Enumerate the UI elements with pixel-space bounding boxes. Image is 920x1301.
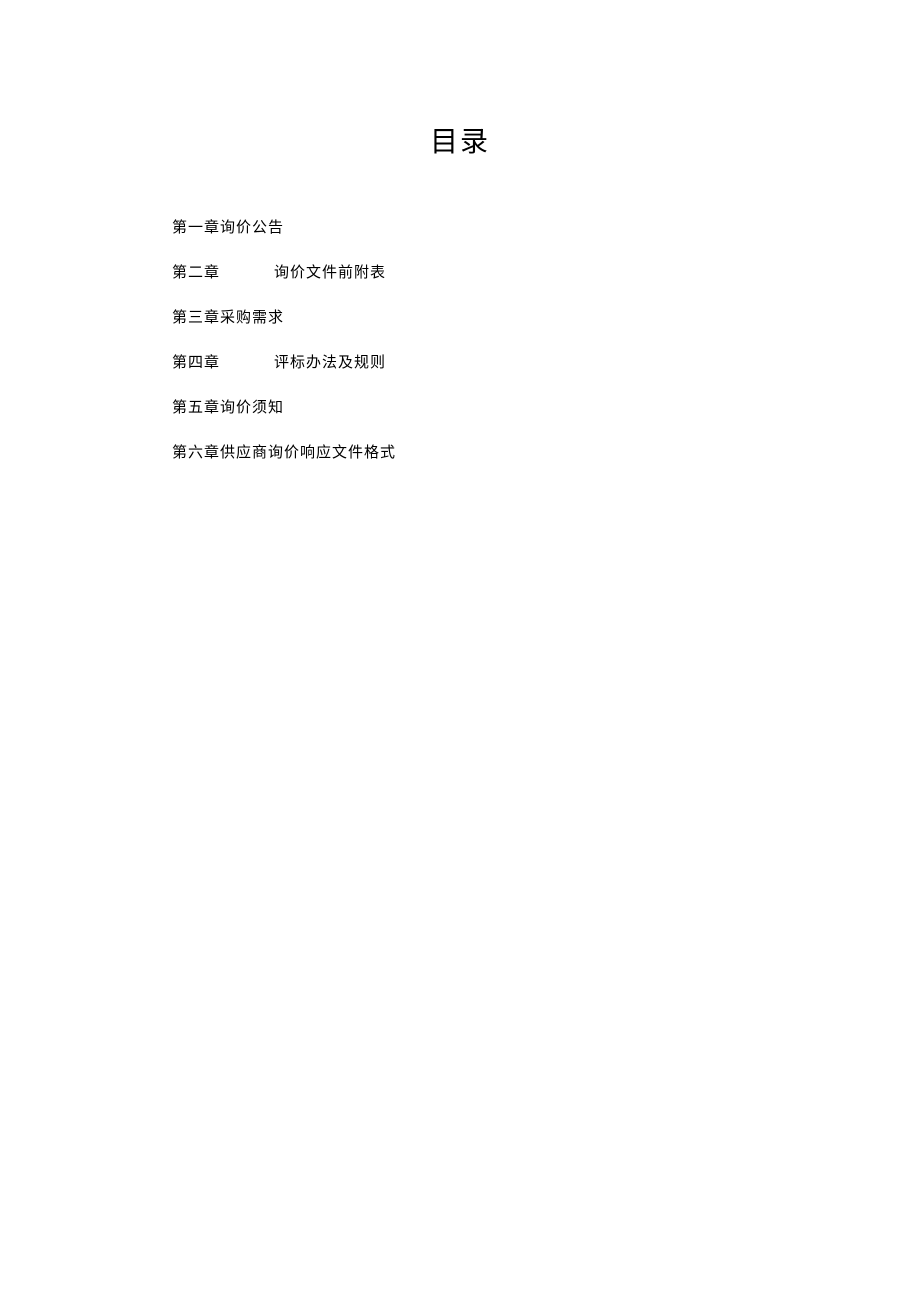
toc-item: 第二章 询价文件前附表 <box>172 263 396 284</box>
toc-chapter: 第二章 <box>172 265 220 281</box>
toc-item: 第四章 评标办法及规则 <box>172 353 396 374</box>
toc-item: 第三章采购需求 <box>172 308 396 329</box>
toc-title: 供应商询价响应文件格式 <box>220 445 396 461</box>
toc-title: 询价须知 <box>220 400 284 416</box>
toc-item: 第六章供应商询价响应文件格式 <box>172 443 396 464</box>
toc-title: 采购需求 <box>220 310 284 326</box>
toc-title: 询价文件前附表 <box>274 265 386 281</box>
page-title: 目录 <box>0 120 920 160</box>
toc-item: 第一章询价公告 <box>172 218 396 239</box>
toc-chapter: 第四章 <box>172 355 220 371</box>
toc-chapter: 第三章 <box>172 310 220 326</box>
toc-chapter: 第五章 <box>172 400 220 416</box>
toc-chapter: 第一章 <box>172 220 220 236</box>
toc-chapter: 第六章 <box>172 445 220 461</box>
toc-list: 第一章询价公告 第二章 询价文件前附表 第三章采购需求 第四章 评标办法及规则 第五… <box>172 218 396 488</box>
toc-title: 询价公告 <box>220 220 284 236</box>
toc-item: 第五章询价须知 <box>172 398 396 419</box>
toc-title: 评标办法及规则 <box>274 355 386 371</box>
